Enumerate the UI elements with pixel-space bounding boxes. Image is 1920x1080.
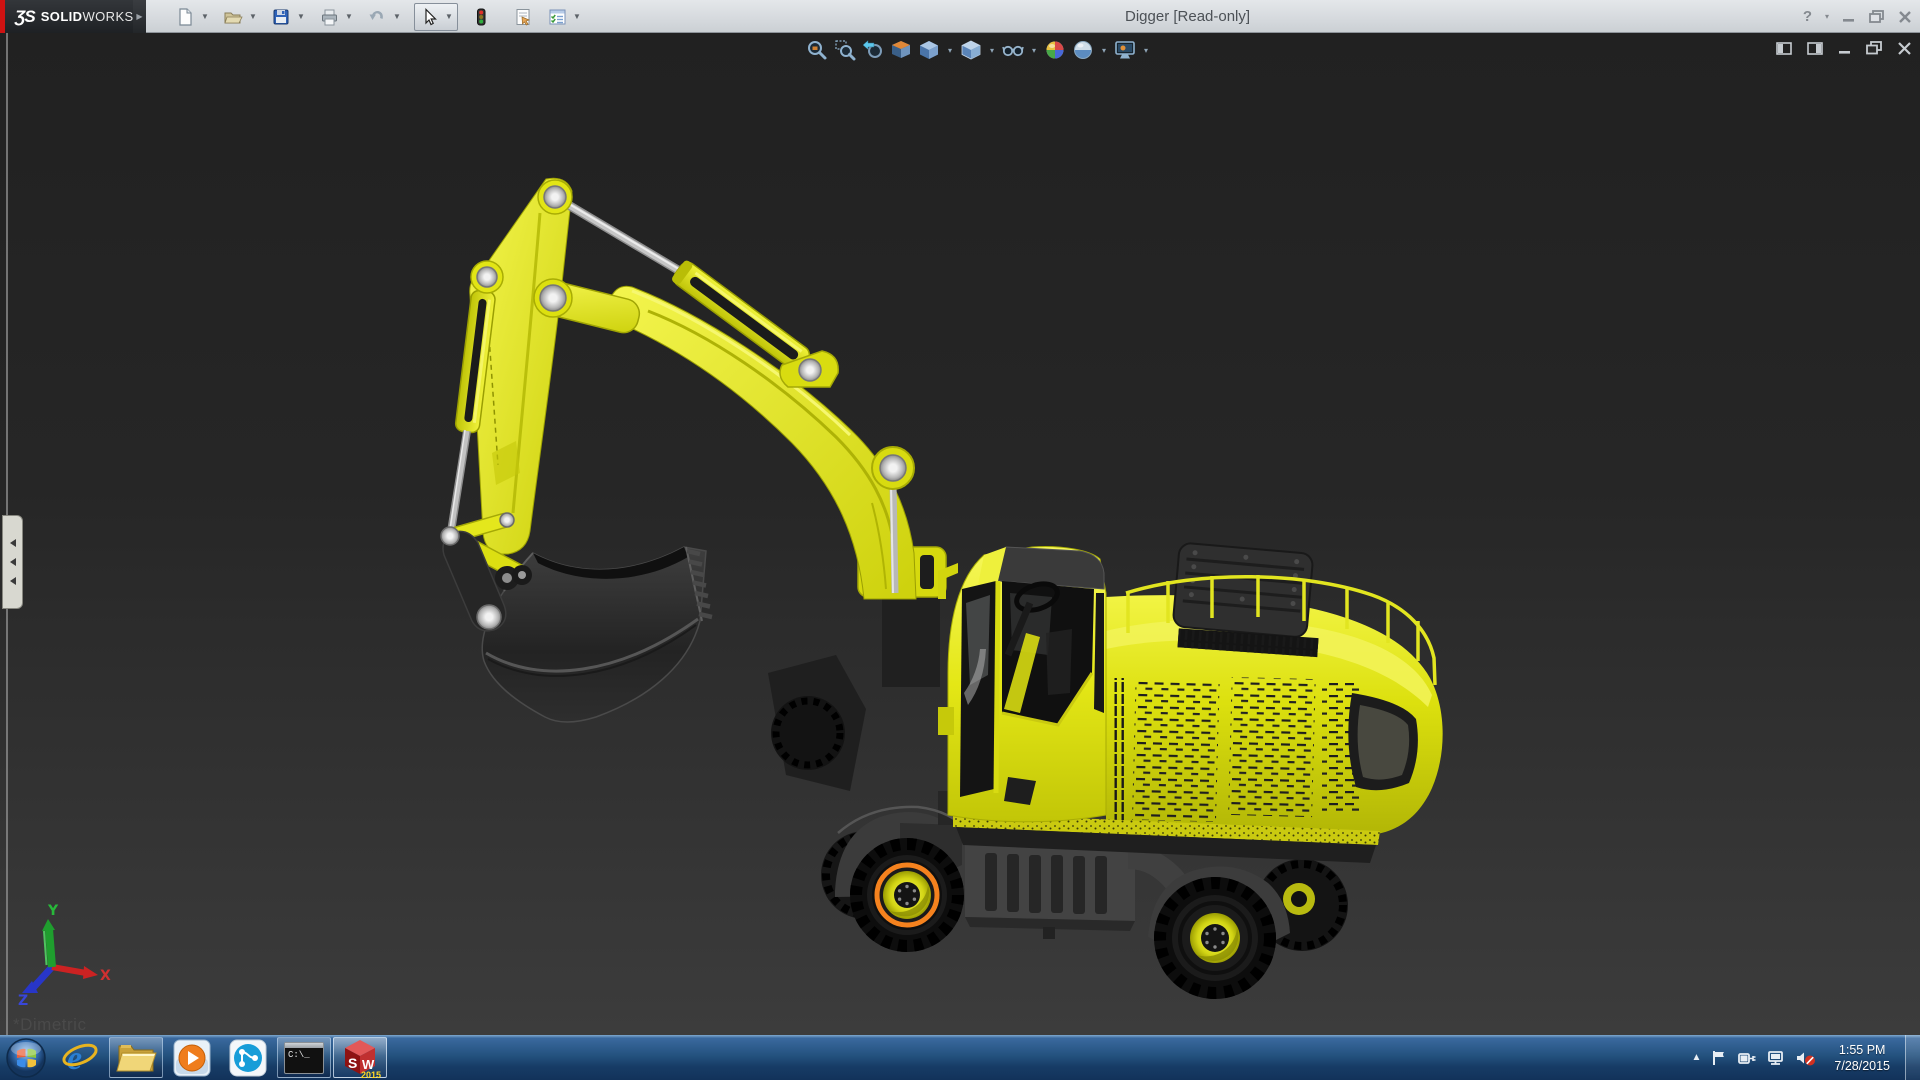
svg-text:S: S xyxy=(348,1055,357,1071)
document-window-controls xyxy=(1776,41,1912,56)
taskbar-item-solidworks[interactable]: S W 2015 xyxy=(333,1037,387,1079)
view-settings-dropdown[interactable]: ▾ xyxy=(1140,37,1152,63)
save-dropdown[interactable]: ▼ xyxy=(294,4,308,30)
collapse-arrow-icon xyxy=(9,577,16,585)
solidworks-logo: ƷS SOLIDWORKS xyxy=(5,0,133,33)
help-icon[interactable]: ? xyxy=(1803,8,1812,25)
print-button[interactable] xyxy=(316,4,342,30)
open-dropdown[interactable]: ▼ xyxy=(246,4,260,30)
front-wheel-selected[interactable] xyxy=(850,838,964,952)
options-button[interactable] xyxy=(544,4,570,30)
view-orientation-button[interactable] xyxy=(916,37,942,63)
file-properties-button[interactable] xyxy=(510,4,536,30)
triad-y-label: Y xyxy=(47,903,59,919)
svg-text:2015: 2015 xyxy=(361,1070,381,1079)
display-style-dropdown[interactable]: ▾ xyxy=(986,37,998,63)
title-bar: ƷS SOLIDWORKS ▶ ▼ ▼ ▼ ▼ ▼ ▼ ▼ Digger [Re… xyxy=(0,0,1920,33)
apply-scene-dropdown[interactable]: ▾ xyxy=(1098,37,1110,63)
triad-z-label: Z xyxy=(18,993,28,1009)
zoom-to-fit-button[interactable] xyxy=(804,37,830,63)
collapse-right-pane-icon[interactable] xyxy=(1807,41,1824,56)
graphics-viewport[interactable]: Y X Z ▾ ▾ ▾ ▾ ▾ *Dimetric xyxy=(0,33,1920,1035)
view-settings-button[interactable] xyxy=(1112,37,1138,63)
command-prompt-icon: C:\_ xyxy=(284,1041,324,1074)
standard-toolbar: ▼ ▼ ▼ ▼ ▼ ▼ ▼ xyxy=(172,2,584,31)
restore-icon[interactable] xyxy=(1869,9,1885,24)
collapse-arrow-icon xyxy=(9,539,16,547)
power-plug-icon[interactable] xyxy=(1737,1049,1757,1067)
hide-show-items-dropdown[interactable]: ▾ xyxy=(1028,37,1040,63)
collapse-left-pane-icon[interactable] xyxy=(1776,41,1793,56)
taskbar-clock[interactable]: 1:55 PM 7/28/2015 xyxy=(1834,1042,1890,1074)
taskbar-item-blue-branch-app[interactable] xyxy=(221,1037,275,1078)
taskbar-item-windows-media-player[interactable] xyxy=(165,1037,219,1078)
taskbar-item-command-prompt[interactable]: C:\_ xyxy=(277,1037,331,1078)
triad-x-label: X xyxy=(100,968,111,984)
view-orientation-label: *Dimetric xyxy=(13,1015,87,1034)
network-icon[interactable] xyxy=(1766,1049,1786,1067)
edit-appearance-button[interactable] xyxy=(1042,37,1068,63)
view-orientation-dropdown[interactable]: ▾ xyxy=(944,37,956,63)
help-dropdown[interactable]: ▾ xyxy=(1825,12,1829,21)
undo-dropdown[interactable]: ▼ xyxy=(390,4,404,30)
section-view-button[interactable] xyxy=(888,37,914,63)
feature-panel-collapse-tab[interactable] xyxy=(2,515,23,609)
minimize-icon[interactable] xyxy=(1842,10,1856,24)
document-minimize-icon[interactable] xyxy=(1838,41,1852,56)
previous-view-button[interactable] xyxy=(860,37,886,63)
save-button[interactable] xyxy=(268,4,294,30)
new-document-button[interactable] xyxy=(172,4,198,30)
taskbar-item-internet-explorer[interactable]: e xyxy=(53,1037,107,1078)
new-document-dropdown[interactable]: ▼ xyxy=(198,4,212,30)
system-tray: ▲ 1:55 PM 7/28/2015 xyxy=(1691,1035,1920,1080)
cab[interactable] xyxy=(938,546,1107,823)
hide-show-items-button[interactable] xyxy=(1000,37,1026,63)
menu-expand-arrow[interactable]: ▶ xyxy=(133,0,146,33)
undo-button[interactable] xyxy=(364,4,390,30)
close-icon[interactable] xyxy=(1898,10,1912,24)
zoom-to-area-button[interactable] xyxy=(832,37,858,63)
collapse-arrow-icon xyxy=(9,558,16,566)
apply-scene-button[interactable] xyxy=(1070,37,1096,63)
volume-muted-icon[interactable] xyxy=(1795,1049,1817,1067)
windows-taskbar: e C:\_ S W 2015 ▲ 1:55 PM 7/28/2015 xyxy=(0,1035,1920,1080)
select-tool-button[interactable] xyxy=(416,4,442,30)
window-title: Digger [Read-only] xyxy=(1125,8,1251,25)
window-controls: ? ▾ xyxy=(1803,0,1912,33)
solidworks-cube-icon: S W 2015 xyxy=(345,1039,381,1079)
document-close-icon[interactable] xyxy=(1897,41,1912,56)
clock-date: 7/28/2015 xyxy=(1834,1058,1890,1073)
taskbar-item-windows-explorer[interactable] xyxy=(109,1037,163,1078)
solidworks-wordmark: SOLIDWORKS xyxy=(40,9,134,24)
action-center-flag-icon[interactable] xyxy=(1710,1049,1728,1067)
media-player-icon xyxy=(173,1039,211,1076)
heads-up-view-toolbar: ▾ ▾ ▾ ▾ ▾ xyxy=(804,37,1152,63)
open-button[interactable] xyxy=(220,4,246,30)
folder-icon xyxy=(116,1044,157,1071)
select-tool-group: ▼ xyxy=(414,2,458,31)
internet-explorer-icon: e xyxy=(62,1040,98,1077)
3ds-logo-mark: ƷS xyxy=(15,6,36,26)
select-tool-dropdown[interactable]: ▼ xyxy=(442,4,456,30)
clock-time: 1:55 PM xyxy=(1838,1042,1886,1057)
reference-triad: Y X Z xyxy=(18,903,111,1009)
blue-branch-app-icon xyxy=(229,1039,267,1076)
document-restore-icon[interactable] xyxy=(1866,41,1883,56)
print-dropdown[interactable]: ▼ xyxy=(342,4,356,30)
excavator-model[interactable]: Y X Z xyxy=(0,33,1920,1035)
rebuild-button[interactable] xyxy=(468,4,494,30)
rear-wheel[interactable] xyxy=(1154,877,1276,999)
options-dropdown[interactable]: ▼ xyxy=(570,4,584,30)
windows-logo-icon xyxy=(6,1037,46,1078)
show-desktop-button[interactable] xyxy=(1905,1035,1920,1080)
show-hidden-icons-button[interactable]: ▲ xyxy=(1691,1052,1701,1063)
start-button[interactable] xyxy=(0,1035,52,1080)
display-style-button[interactable] xyxy=(958,37,984,63)
